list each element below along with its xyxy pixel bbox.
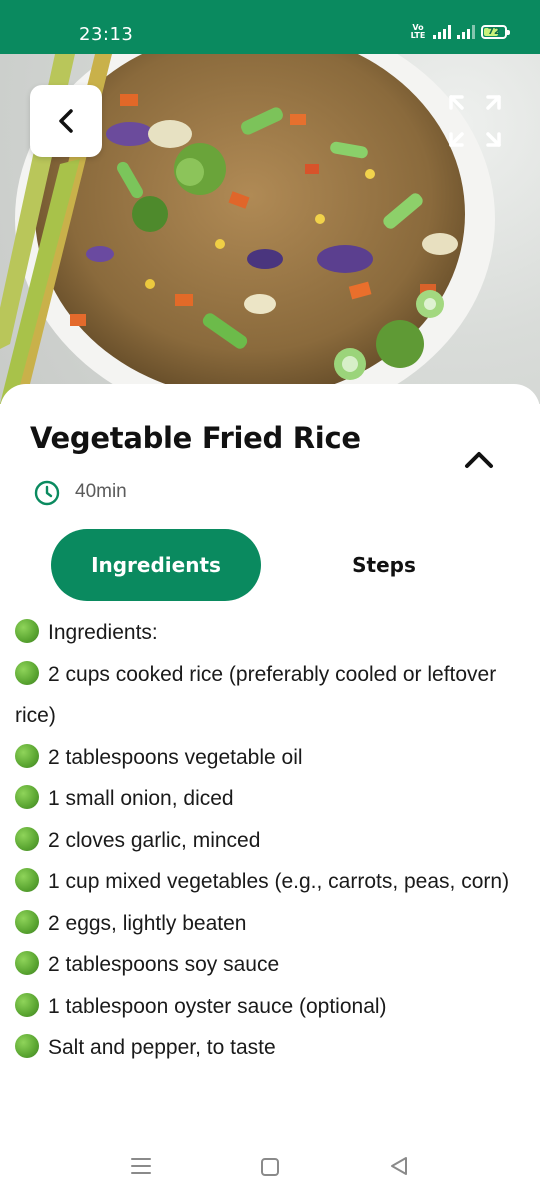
signal-icon-1 (433, 25, 451, 39)
ingredient-text: 2 tablespoons soy sauce (48, 953, 280, 976)
list-item: Ingredients: (15, 612, 520, 654)
list-item: 1 cup mixed vegetables (e.g., carrots, p… (15, 861, 520, 903)
status-indicators: Vo LTE 72 (409, 23, 510, 40)
green-circle-icon (15, 743, 39, 768)
tab-ingredients-label: Ingredients (91, 553, 221, 577)
status-time: 23:13 (79, 24, 134, 45)
list-item: Salt and pepper, to taste (15, 1027, 520, 1069)
list-item: 2 cups cooked rice (preferably cooled or… (15, 654, 520, 737)
list-item: 2 cloves garlic, minced (15, 820, 520, 862)
back-triangle-icon[interactable] (388, 1155, 410, 1177)
green-circle-icon (15, 951, 39, 975)
chevron-left-icon (59, 109, 73, 133)
clock-icon (34, 480, 60, 506)
green-circle-icon (15, 868, 39, 892)
ingredient-text: 1 cup mixed vegetables (e.g., carrots, p… (48, 870, 510, 893)
menu-icon[interactable] (130, 1156, 152, 1176)
battery-icon: 72 (481, 25, 510, 39)
expand-button[interactable] (448, 94, 502, 148)
ingredients-list: Ingredients: 2 cups cooked rice (prefera… (15, 612, 520, 1118)
green-circle-icon (15, 619, 39, 643)
ingredient-text: 1 small onion, diced (48, 787, 234, 810)
green-circle-icon (15, 785, 39, 809)
ingredient-text: Salt and pepper, to taste (48, 1036, 276, 1059)
ingredient-text: 2 cups cooked rice (preferably cooled or… (15, 662, 497, 728)
collapse-button[interactable] (462, 444, 496, 472)
ingredient-text: Ingredients: (48, 621, 158, 644)
green-circle-icon (15, 660, 39, 685)
back-button[interactable] (30, 85, 102, 157)
signal-icon-2 (457, 25, 475, 39)
status-bar: 23:13 Vo LTE 72 (0, 0, 540, 54)
chevron-up-icon (465, 452, 493, 468)
battery-level: 72 (487, 27, 501, 37)
recipe-duration: 40min (75, 481, 127, 502)
list-item: 2 tablespoons soy sauce (15, 944, 520, 986)
tab-steps[interactable]: Steps (320, 529, 448, 601)
ingredient-text: 2 tablespoons vegetable oil (48, 745, 303, 769)
green-circle-icon (15, 909, 39, 934)
ingredient-text: 1 tablespoon oyster sauce (optional) (48, 994, 387, 1018)
list-item: 1 tablespoon oyster sauce (optional) (15, 986, 520, 1028)
ingredient-text: 2 eggs, lightly beaten (48, 911, 247, 935)
list-item: 1 small onion, diced (15, 778, 520, 820)
green-circle-icon (15, 992, 39, 1017)
green-circle-icon (15, 826, 39, 851)
ingredient-text: 2 cloves garlic, minced (48, 828, 261, 852)
volte-icon: Vo LTE (410, 23, 426, 40)
tab-steps-label: Steps (352, 553, 416, 577)
expand-icon (449, 95, 501, 147)
list-item: 2 eggs, lightly beaten (15, 903, 520, 945)
home-icon[interactable] (260, 1157, 280, 1177)
tab-ingredients[interactable]: Ingredients (51, 529, 261, 601)
recipe-title: Vegetable Fried Rice (30, 421, 361, 455)
green-circle-icon (15, 1034, 39, 1058)
list-item: 2 tablespoons vegetable oil (15, 737, 520, 779)
